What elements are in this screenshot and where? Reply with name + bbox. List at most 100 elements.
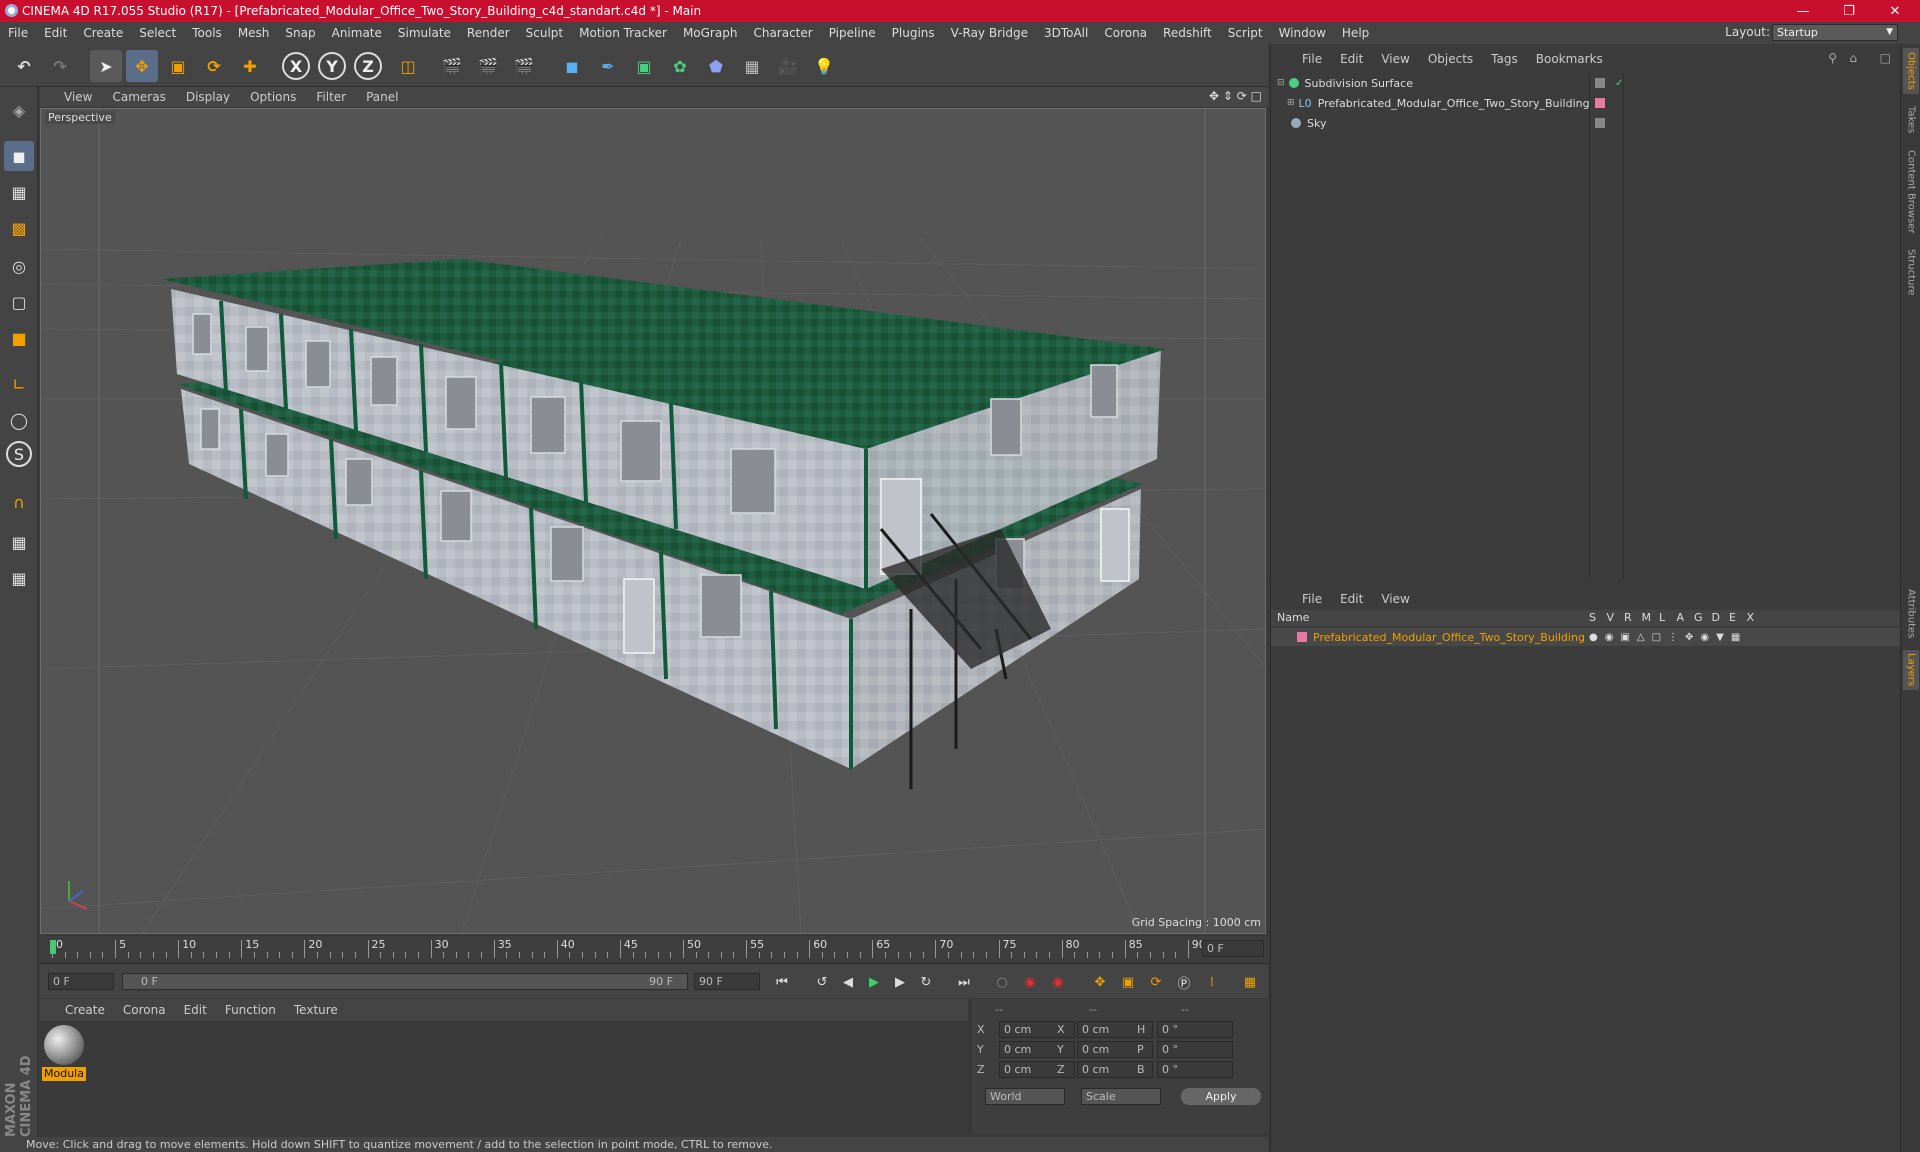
rotate-tool-icon[interactable]: ⟳ [198,50,230,82]
layer-col-header[interactable]: L [1659,610,1665,626]
layer-col-header[interactable]: X [1747,610,1755,626]
layer-row[interactable]: Prefabricated_Modular_Office_Two_Story_B… [1271,628,1901,646]
tab-structure[interactable]: Structure [1903,244,1919,300]
menu-create[interactable]: Create [75,26,131,40]
om-menu-tags[interactable]: Tags [1482,52,1527,66]
goto-start-icon[interactable]: ⏮ [770,971,794,993]
layer-col-header[interactable]: M [1642,610,1652,626]
coord-value-field[interactable]: 0 ° [1157,1021,1233,1038]
object-row-sky[interactable]: Sky [1277,114,1605,132]
prev-key-icon[interactable]: ↺ [810,971,834,993]
tab-layers[interactable]: Layers [1903,650,1919,690]
menu-tools[interactable]: Tools [184,26,230,40]
om-menu-view[interactable]: View [1372,52,1418,66]
tweak-mode-icon[interactable]: ◯ [4,405,34,435]
coord-value-field[interactable]: 0 ° [1157,1061,1233,1078]
object-row-building[interactable]: ⊞ L0 Prefabricated_Modular_Office_Two_St… [1277,94,1605,112]
goto-end-icon[interactable]: ⏭ [952,971,976,993]
mat-menu-texture[interactable]: Texture [285,1003,347,1017]
cloner-icon[interactable]: ✿ [664,50,696,82]
workplane-mode-icon[interactable]: ▩ [4,213,34,243]
render-picture-viewer-icon[interactable]: 🎬 [472,50,504,82]
layer-flag-icons[interactable]: ●◉▣△□⋮✥◉▼▦ [1589,632,1747,643]
tab-takes[interactable]: Takes [1903,100,1919,140]
layer-col-header[interactable]: V [1607,610,1615,626]
texture-mode-icon[interactable]: ▦ [4,177,34,207]
menu-vray-bridge[interactable]: V-Ray Bridge [943,26,1036,40]
om-menu-bookmarks[interactable]: Bookmarks [1527,52,1612,66]
timeline-window-icon[interactable]: ▦ [1238,971,1262,993]
axis-x-button[interactable]: X [282,52,310,80]
record-keys-icon[interactable]: ◉ [1018,971,1042,993]
collapse-icon[interactable]: ⊟ [1277,78,1285,88]
vp-nav-icons[interactable]: ✥ ⇕ ⟳ □ [1209,89,1262,103]
expand-icon[interactable]: ⊞ [1287,98,1295,108]
live-selection-icon[interactable]: ✚ [234,50,266,82]
next-frame-icon[interactable]: ▶ [888,971,912,993]
menu-animate[interactable]: Animate [324,26,390,40]
menu-snap[interactable]: Snap [277,26,323,40]
menu-mesh[interactable]: Mesh [230,26,278,40]
select-arrow-icon[interactable]: ➤ [90,50,122,82]
snap-icon[interactable]: S [6,441,32,467]
points-mode-icon[interactable]: ◎ [4,251,34,281]
coord-mode-select[interactable]: World [985,1088,1065,1105]
mat-menu-edit[interactable]: Edit [175,1003,216,1017]
end-frame-field[interactable]: 90 F [694,973,760,990]
workplane-grid-icon[interactable]: ▦ [4,563,34,593]
light-icon[interactable]: 💡 [808,50,840,82]
menu-render[interactable]: Render [459,26,518,40]
layer-col-header[interactable]: S [1589,610,1596,626]
menu-corona[interactable]: Corona [1096,26,1155,40]
coord-value-field[interactable]: 0 ° [1157,1041,1233,1058]
cube-primitive-icon[interactable]: ◼ [556,50,588,82]
play-icon[interactable]: ▶ [862,971,886,993]
om-menu-edit[interactable]: Edit [1331,52,1372,66]
layer-name[interactable]: Prefabricated_Modular_Office_Two_Story_B… [1313,631,1585,644]
axis-mode-icon[interactable]: ∟ [4,369,34,399]
autokey-icon[interactable]: ◉ [1046,971,1070,993]
tab-content-browser[interactable]: Content Browser [1903,144,1919,240]
prev-frame-icon[interactable]: ◀ [836,971,860,993]
start-frame-field[interactable]: 0 F [48,973,114,990]
menu-edit[interactable]: Edit [36,26,75,40]
coordinate-system-icon[interactable]: ◫ [392,50,424,82]
perspective-viewport[interactable]: Perspective Grid Spacing : 1000 cm [40,108,1266,934]
render-view-icon[interactable]: 🎬 [436,50,468,82]
timeline-ruler[interactable]: 0 5 10 15 20 25 30 35 40 45 50 55 60 65 70 75 80 85 90 0 F [40,936,1268,962]
undo-icon[interactable]: ↶ [8,50,40,82]
redo-icon[interactable]: ↷ [44,50,76,82]
frame-range-slider[interactable]: 0 F 90 F [122,973,688,990]
menu-sculpt[interactable]: Sculpt [518,26,571,40]
vp-menu-options[interactable]: Options [240,90,306,104]
mat-menu-create[interactable]: Create [56,1003,114,1017]
om-menu-file[interactable]: File [1293,52,1331,66]
panel-settings-icon[interactable]: □ [1880,51,1891,65]
lm-menu-file[interactable]: File [1293,592,1331,606]
vp-menu-filter[interactable]: Filter [306,90,356,104]
vp-menu-panel[interactable]: Panel [356,90,408,104]
camera-icon[interactable]: 🎥 [772,50,804,82]
key-scale-icon[interactable]: ▣ [1116,971,1140,993]
magnet-icon[interactable]: ∩ [4,487,34,517]
make-editable-icon[interactable]: ◈ [4,95,34,125]
layer-col-header[interactable]: E [1729,610,1736,626]
pen-spline-icon[interactable]: ✒ [592,50,624,82]
close-icon[interactable]: ✕ [1872,0,1918,22]
menu-window[interactable]: Window [1271,26,1334,40]
home-icon[interactable]: ⌂ [1849,51,1857,65]
key-pla-icon[interactable]: ⁞ [1200,971,1224,993]
floor-scene-icon[interactable]: ▦ [736,50,768,82]
key-rotation-icon[interactable]: ⟳ [1144,971,1168,993]
edges-mode-icon[interactable]: ▢ [4,287,34,317]
mat-menu-corona[interactable]: Corona [114,1003,175,1017]
key-parameter-icon[interactable]: Ⓟ [1172,971,1196,993]
layout-select[interactable]: Startup ▼ [1772,24,1898,41]
menu-motion-tracker[interactable]: Motion Tracker [571,26,675,40]
apply-button[interactable]: Apply [1181,1088,1261,1105]
search-icon[interactable]: ⚲ [1828,51,1837,65]
layer-col-header[interactable]: R [1624,610,1632,626]
scale-tool-icon[interactable]: ▣ [162,50,194,82]
workplane-lock-icon[interactable]: ▦ [4,527,34,557]
menu-redshift[interactable]: Redshift [1155,26,1220,40]
